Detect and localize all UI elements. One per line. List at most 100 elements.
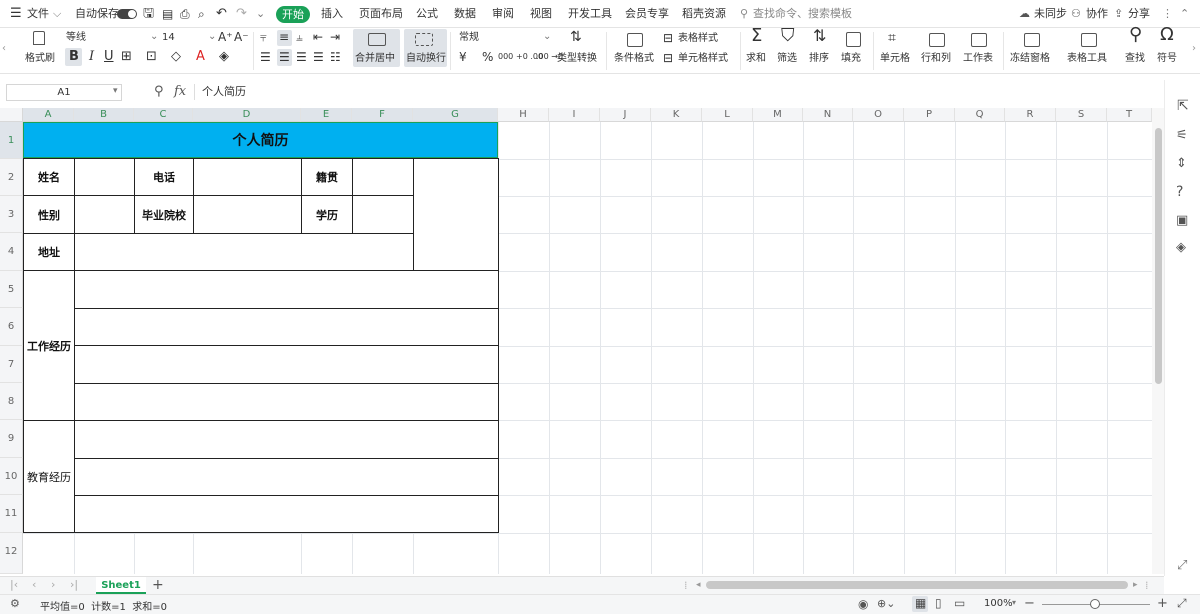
indent-left-icon[interactable]: ⇤ [313,30,323,44]
row-header-8[interactable]: 8 [0,383,23,420]
ribbon-scroll-right-icon[interactable]: › [1192,42,1196,56]
align-left-icon[interactable]: ☰ [260,50,271,64]
value-hometown[interactable] [352,158,414,196]
tab-data[interactable]: 数据 [454,0,476,28]
fullscreen-icon[interactable]: ⤢ [1177,596,1187,611]
search-icon[interactable]: ⚲ [740,0,748,28]
worksheet-button[interactable]: 工作表 [963,52,993,66]
number-format-select[interactable]: 常规 [455,30,551,46]
zoom-out-button[interactable]: − [1024,596,1035,611]
currency-button[interactable]: ¥ [459,50,467,64]
indent-right-icon[interactable]: ⇥ [330,30,340,44]
merge-center-button[interactable]: 合并居中 [355,52,395,66]
clear-format-icon[interactable]: ◈ [219,50,229,64]
label-phone[interactable]: 电话 [134,158,194,196]
scroll-left-icon[interactable]: ◂ [696,580,701,590]
sort-button[interactable]: 排序 [809,52,829,66]
chevron-down-icon[interactable]: ⌄ [208,30,216,44]
input-method-icon[interactable]: ⊕⌄ [877,597,895,610]
italic-button[interactable]: I [89,50,94,64]
first-sheet-icon[interactable]: |‹ [10,578,18,591]
normal-view-icon[interactable]: ▦ [915,596,926,610]
value-gender[interactable] [74,195,135,234]
font-size-select[interactable]: 14 [158,30,208,46]
tab-member[interactable]: 会员专享 [625,0,669,28]
column-header-j[interactable]: J [600,108,651,122]
vertical-scroll-thumb[interactable] [1155,128,1162,384]
label-education-experience[interactable]: 教育经历 [23,420,75,533]
location-icon[interactable]: ◈ [1176,240,1186,255]
row-header-4[interactable]: 4 [0,233,23,271]
column-header-k[interactable]: K [651,108,702,122]
sync-status[interactable]: 未同步 [1034,0,1067,28]
column-header-o[interactable]: O [853,108,904,122]
photo-cell[interactable] [413,158,499,271]
autosave-toggle[interactable] [117,9,137,19]
print-preview-icon[interactable]: ⌕ [198,0,205,28]
settings-sliders-icon[interactable]: ⚟ [1176,128,1188,143]
label-education[interactable]: 学历 [301,195,353,234]
tab-resources[interactable]: 稻壳资源 [682,0,726,28]
tab-formulas[interactable]: 公式 [416,0,438,28]
justify-icon[interactable]: ☰ [313,50,324,64]
zoom-level[interactable]: 100% [984,598,1013,609]
command-search-input[interactable]: 查找命令、搜索模板 [753,0,852,28]
column-header-g[interactable]: G [413,108,498,122]
work-exp-row[interactable] [74,345,499,384]
collab-button[interactable]: 协作 [1086,0,1108,28]
column-header-s[interactable]: S [1056,108,1107,122]
print-icon[interactable]: ⎙ [180,0,190,28]
column-header-q[interactable]: Q [955,108,1005,122]
row-header-12[interactable]: 12 [0,533,23,574]
align-top-icon[interactable]: ⫧ [260,30,267,44]
column-header-i[interactable]: I [549,108,600,122]
freeze-panes-button[interactable]: 冻结窗格 [1010,52,1050,66]
page-break-view-icon[interactable]: ▭ [954,596,965,610]
decrease-font-icon[interactable]: A⁻ [234,30,249,44]
horizontal-scroll-thumb[interactable] [706,581,1128,589]
work-exp-row[interactable] [74,383,499,421]
align-right-icon[interactable]: ☰ [296,50,307,64]
fx-button[interactable]: fx [174,84,186,99]
value-phone[interactable] [193,158,302,196]
symbol-button[interactable]: 符号 [1157,52,1177,66]
row-header-2[interactable]: 2 [0,159,23,196]
align-middle-icon[interactable]: ≡ [279,30,289,44]
row-header-1[interactable]: 1 [0,122,23,159]
work-exp-row[interactable] [74,308,499,346]
work-exp-row[interactable] [74,270,499,309]
cursor-icon[interactable]: ⇱ [1177,98,1189,114]
scroll-right-icon[interactable]: ▸ [1133,580,1138,590]
chevron-down-icon[interactable]: ⌄ [150,30,158,44]
label-work-experience[interactable]: 工作经历 [23,270,75,421]
name-box[interactable]: A1 [6,84,122,101]
sum-button[interactable]: 求和 [746,52,766,66]
row-header-11[interactable]: 11 [0,495,23,533]
tab-review[interactable]: 审阅 [492,0,514,28]
file-menu[interactable]: 文件 [27,0,49,28]
eye-protection-icon[interactable]: ◉ [858,597,868,611]
last-sheet-icon[interactable]: ›| [70,578,78,591]
thousands-button[interactable]: 000 [498,50,513,64]
column-header-n[interactable]: N [803,108,853,122]
cell-style-button[interactable]: 单元格样式 [678,52,728,66]
column-header-l[interactable]: L [702,108,753,122]
value-address[interactable] [74,233,414,271]
undo-icon[interactable]: ↶ [216,0,227,28]
page-layout-view-icon[interactable]: ▯ [935,596,942,610]
value-name[interactable] [74,158,135,196]
value-school[interactable] [193,195,302,234]
filter-button[interactable]: 筛选 [777,52,797,66]
column-header-f[interactable]: F [352,108,413,122]
export-pdf-icon[interactable]: ▤ [162,0,173,28]
font-name-select[interactable]: 等线 [62,30,152,46]
value-education[interactable] [352,195,414,234]
resume-title-cell[interactable]: 个人简历 [23,122,498,158]
cells-button[interactable]: 单元格 [880,52,910,66]
sheet-tab-sheet1[interactable]: Sheet1 [96,577,146,594]
formula-input[interactable]: 个人简历 [202,84,246,100]
image-tools-icon[interactable]: ▣ [1176,213,1188,228]
table-style-button[interactable]: 表格样式 [678,32,718,46]
column-header-b[interactable]: B [74,108,134,122]
tab-page-layout[interactable]: 页面布局 [359,0,403,28]
